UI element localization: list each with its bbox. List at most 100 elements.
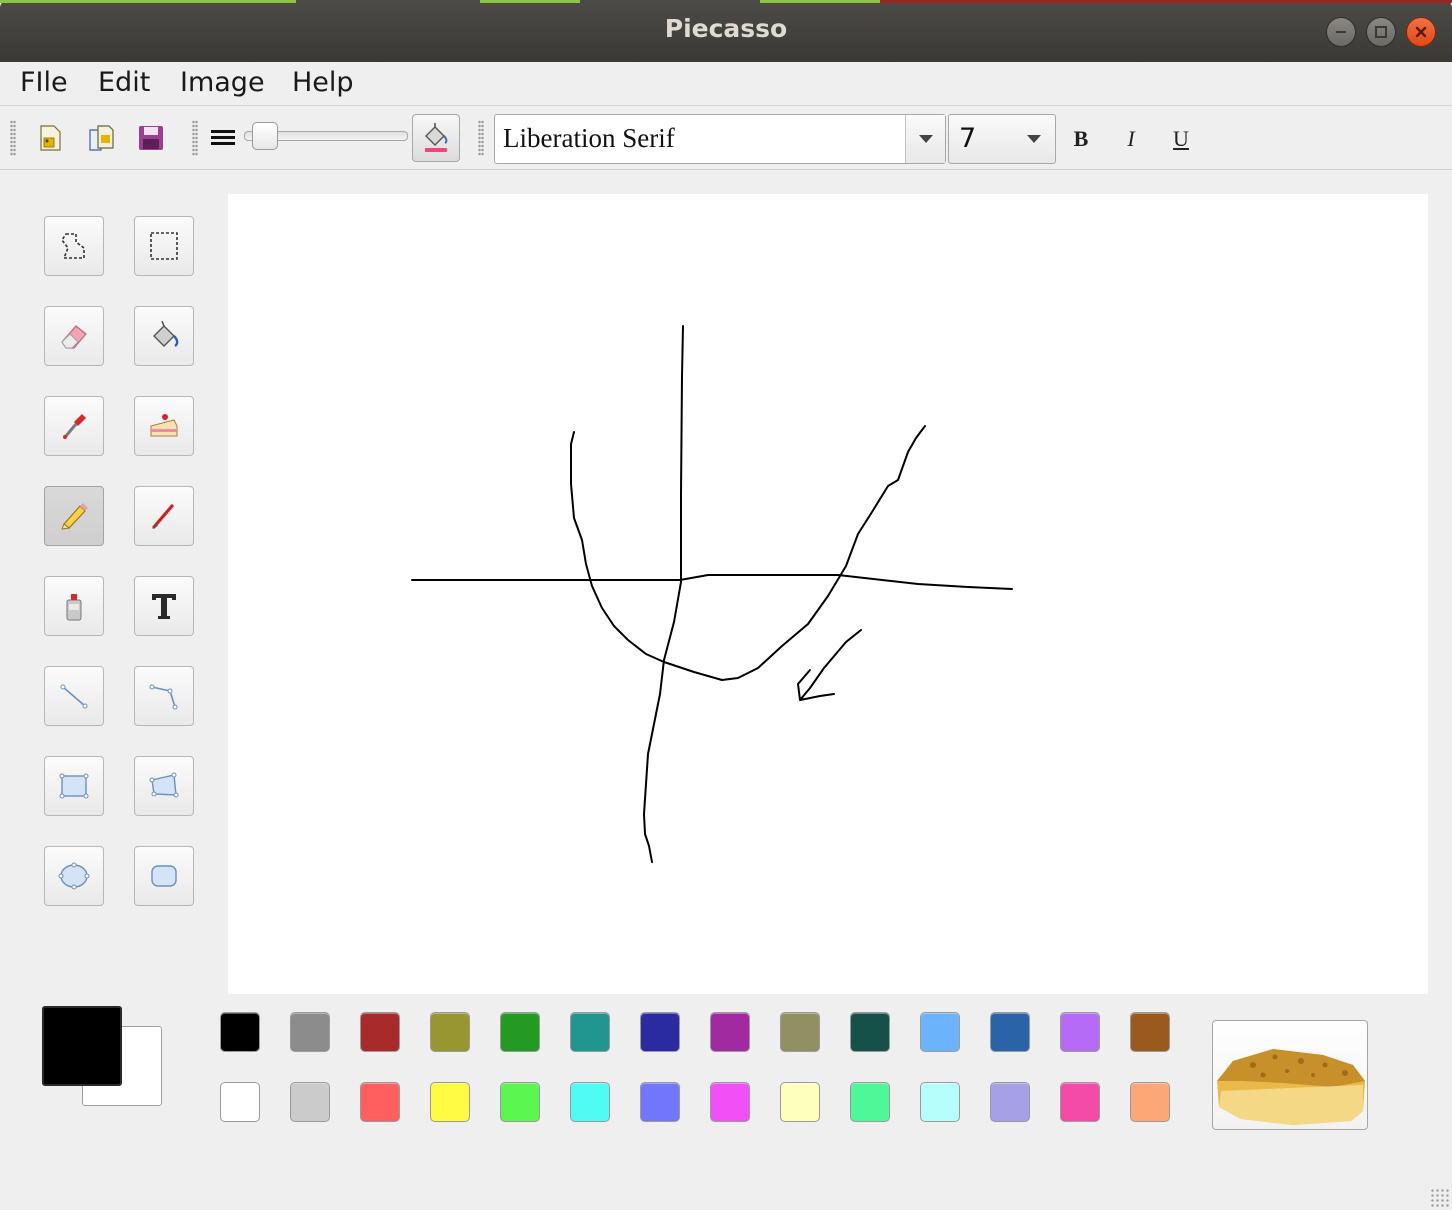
pencil-tool[interactable] [44,486,104,546]
font-family-dropdown-button[interactable] [905,115,945,163]
font-size-value: 7 [959,123,977,154]
paint-bucket-icon [425,123,448,152]
titlebar-accent [760,0,880,3]
resize-grip[interactable] [1430,1188,1450,1208]
color-swatch[interactable] [640,1012,680,1052]
color-swatch[interactable] [430,1012,470,1052]
line-tool[interactable] [44,666,104,726]
color-swatch[interactable] [290,1082,330,1122]
toolbar-grip[interactable] [10,120,16,156]
fill-color-button[interactable] [412,114,460,162]
window-title: Piecasso [664,14,788,43]
color-swatch[interactable] [500,1082,540,1122]
polygon-tool[interactable] [134,756,194,816]
color-swatch[interactable] [570,1082,610,1122]
font-family-value: Liberation Serif [503,123,675,153]
primary-color[interactable] [42,1006,122,1086]
underline-button[interactable]: U [1164,122,1198,156]
color-swatch[interactable] [430,1082,470,1122]
spray-tool[interactable] [44,576,104,636]
color-swatch[interactable] [220,1082,260,1122]
title-bar: Piecasso [0,0,1452,62]
color-swatch[interactable] [850,1082,890,1122]
toolbar-grip[interactable] [478,120,484,156]
stamp-preview[interactable] [1212,1020,1368,1130]
new-file-button[interactable] [33,120,67,156]
italic-button[interactable]: I [1114,122,1148,156]
maximize-button[interactable] [1366,17,1396,47]
fill-tool[interactable] [134,306,194,366]
line-width-slider[interactable] [244,122,408,150]
titlebar-accent [480,0,580,3]
close-button[interactable] [1406,17,1436,47]
color-swatch[interactable] [570,1012,610,1052]
slider-handle[interactable] [251,122,278,150]
paint-bucket-icon [153,320,179,347]
bold-button[interactable]: B [1064,122,1098,156]
color-swatch[interactable] [780,1012,820,1052]
spray-can-icon [66,594,82,621]
color-swatch[interactable] [990,1012,1030,1052]
rounded-rect-tool[interactable] [134,846,194,906]
menu-bar: FIle Edit Image Help [0,62,1452,106]
polyline-tool[interactable] [134,666,194,726]
minimize-icon [1336,31,1346,33]
color-swatch[interactable] [1130,1012,1170,1052]
dropper-tool[interactable] [44,396,104,456]
toolbar-grip[interactable] [192,120,198,156]
color-swatch[interactable] [990,1082,1030,1122]
drawing-canvas[interactable] [228,194,1428,994]
brush-icon [152,504,174,529]
chevron-down-icon [1027,135,1041,143]
eraser-icon [61,325,87,349]
titlebar-accent [0,0,296,3]
new-file-icon [40,125,61,151]
minimize-button[interactable] [1326,17,1356,47]
color-swatch[interactable] [1060,1012,1100,1052]
open-file-icon [89,125,114,151]
color-swatch[interactable] [220,1012,260,1052]
rectangle-tool[interactable] [44,756,104,816]
rounded-rect-icon [151,865,177,887]
color-swatch[interactable] [920,1012,960,1052]
color-swatch[interactable] [500,1012,540,1052]
rect-select-icon [150,232,178,260]
menu-help[interactable]: Help [292,67,354,98]
ellipse-tool[interactable] [44,846,104,906]
color-swatch[interactable] [780,1082,820,1122]
stamp-tool[interactable] [134,396,194,456]
eraser-tool[interactable] [44,306,104,366]
save-file-button[interactable] [134,120,168,156]
color-swatch[interactable] [1060,1082,1100,1122]
menu-edit[interactable]: Edit [98,67,150,98]
color-swatch[interactable] [360,1012,400,1052]
text-tool[interactable] [134,576,194,636]
color-swatch[interactable] [640,1082,680,1122]
brush-tool[interactable] [134,486,194,546]
font-family-select[interactable]: Liberation Serif [494,114,946,164]
color-swatch[interactable] [850,1012,890,1052]
cake-icon [150,414,178,437]
menu-file[interactable]: FIle [20,67,68,98]
chevron-down-icon [918,135,933,143]
font-size-dropdown-button[interactable] [1019,115,1049,163]
color-swatch[interactable] [710,1012,750,1052]
cake-slice-image [1217,1049,1365,1125]
free-select-tool[interactable] [44,216,104,276]
color-swatch[interactable] [710,1082,750,1122]
color-swatch[interactable] [360,1082,400,1122]
polygon-icon [149,772,179,798]
menu-image[interactable]: Image [180,67,265,98]
color-swatch[interactable] [1130,1082,1170,1122]
pencil-icon [61,503,88,530]
save-icon [139,126,163,150]
font-size-select[interactable]: 7 [948,114,1056,164]
color-swatch[interactable] [920,1082,960,1122]
line-width-button[interactable] [206,120,240,156]
open-file-button[interactable] [84,120,118,156]
rect-select-tool[interactable] [134,216,194,276]
text-icon [152,594,176,619]
eyedropper-icon [63,414,86,439]
titlebar-accent [880,0,1452,3]
color-swatch[interactable] [290,1012,330,1052]
